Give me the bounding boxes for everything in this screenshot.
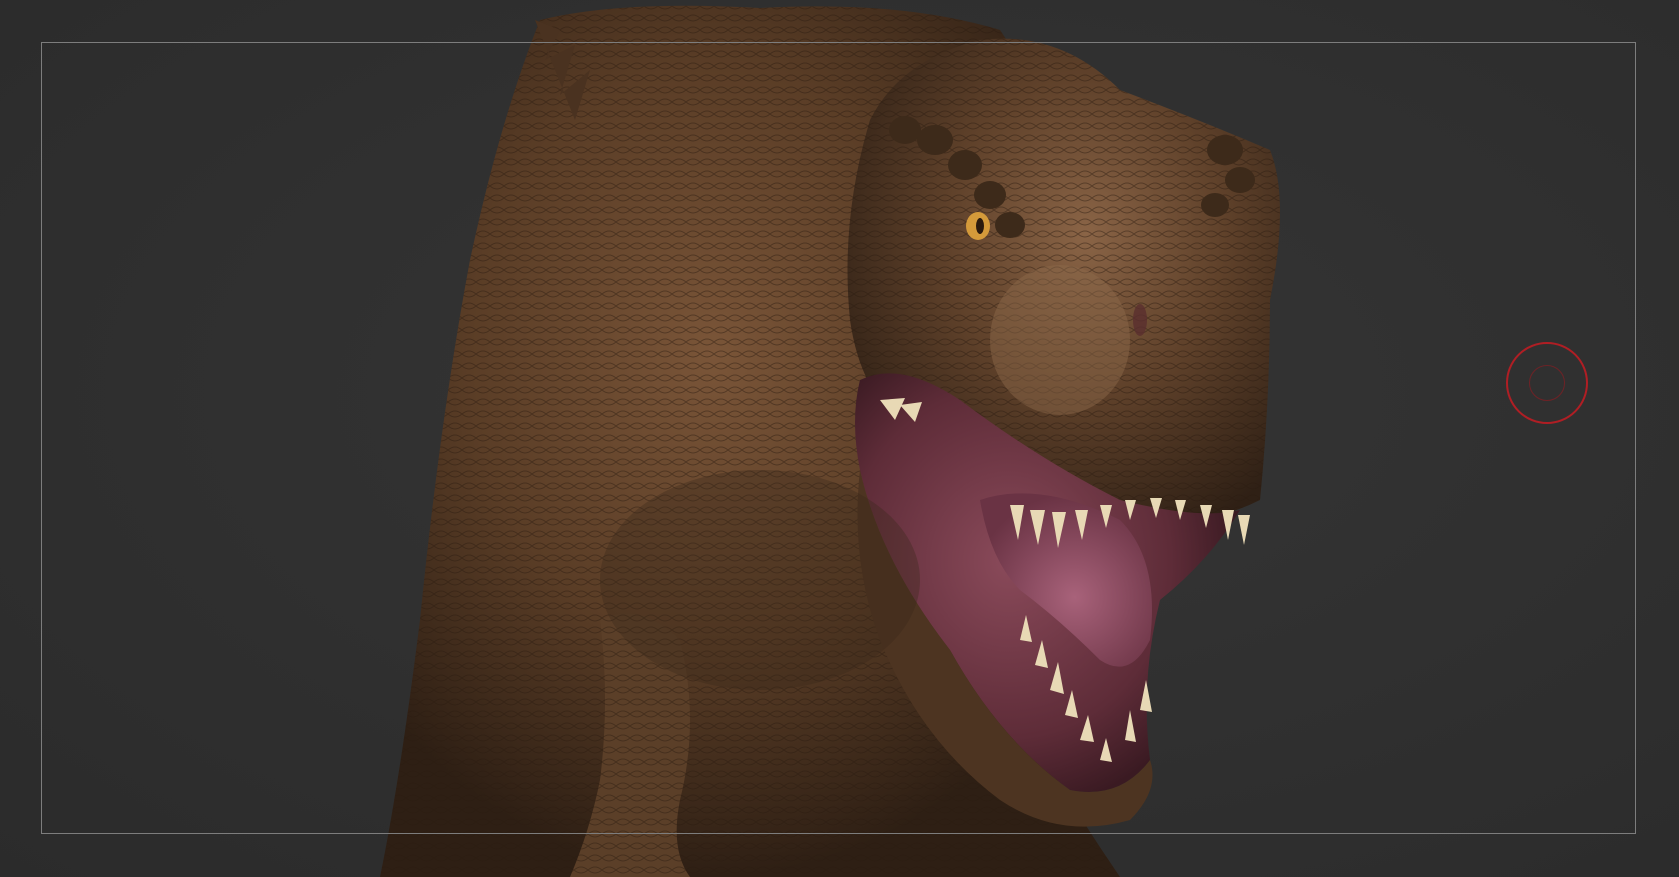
sculpt-viewport[interactable] [0,0,1679,877]
dinosaur-model[interactable] [0,0,1679,877]
brush-cursor-icon [1506,342,1588,424]
brush-inner-ring [1529,365,1565,401]
